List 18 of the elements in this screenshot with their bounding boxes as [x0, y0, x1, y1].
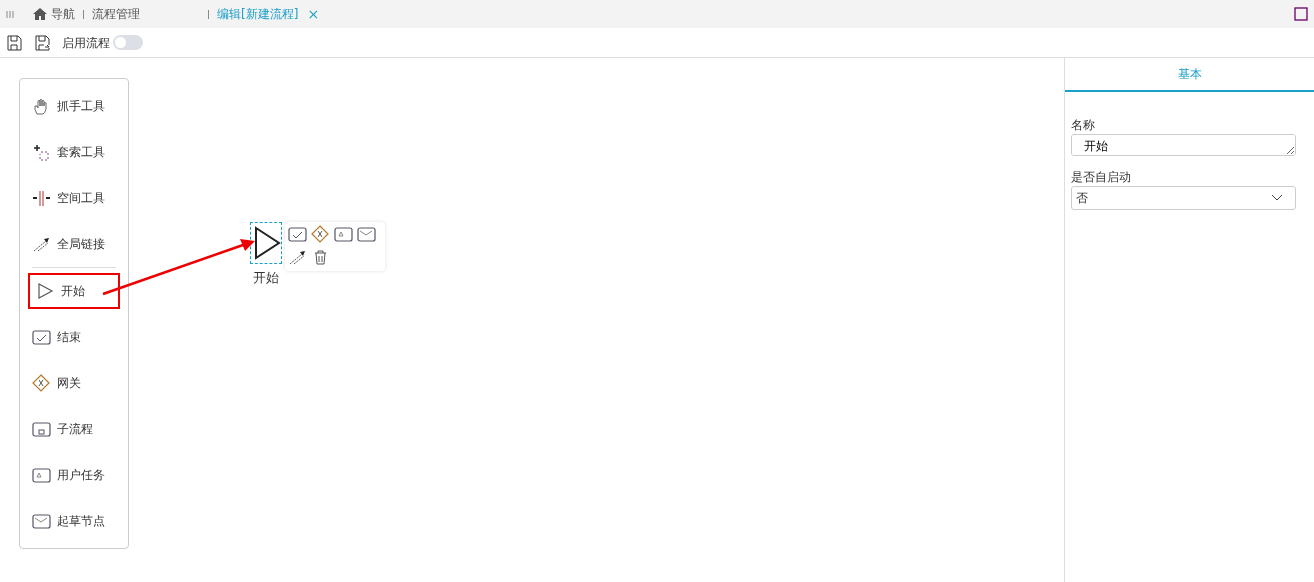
select-field[interactable]: 否 [1071, 186, 1296, 210]
highlighted-palette-item[interactable]: 开始 [28, 273, 120, 309]
palette-item[interactable]: 结束 [20, 314, 128, 360]
palette-item[interactable]: 子流程 [20, 406, 128, 452]
palette-item[interactable]: 用户任务 [20, 452, 128, 498]
field-label: 名称 [1071, 117, 1096, 134]
node-label: 开始 [253, 269, 279, 287]
palette-item[interactable]: 网关 [20, 360, 128, 406]
toggle-label: 启用流程 [62, 34, 110, 52]
palette-item[interactable]: 起草节点 [20, 498, 128, 544]
home-tab[interactable]: 导航 [24, 5, 83, 23]
palette-item[interactable]: 套索工具 [20, 129, 128, 175]
palette-item[interactable]: 全局链接 [20, 221, 128, 267]
text-field[interactable]: 开始 [1071, 134, 1296, 156]
palette-item[interactable]: 抓手工具 [20, 83, 128, 129]
tab[interactable]: 流程管理 [84, 5, 148, 23]
palette-item[interactable]: 空间工具 [20, 175, 128, 221]
field-label: 是否自启动 [1071, 169, 1132, 186]
